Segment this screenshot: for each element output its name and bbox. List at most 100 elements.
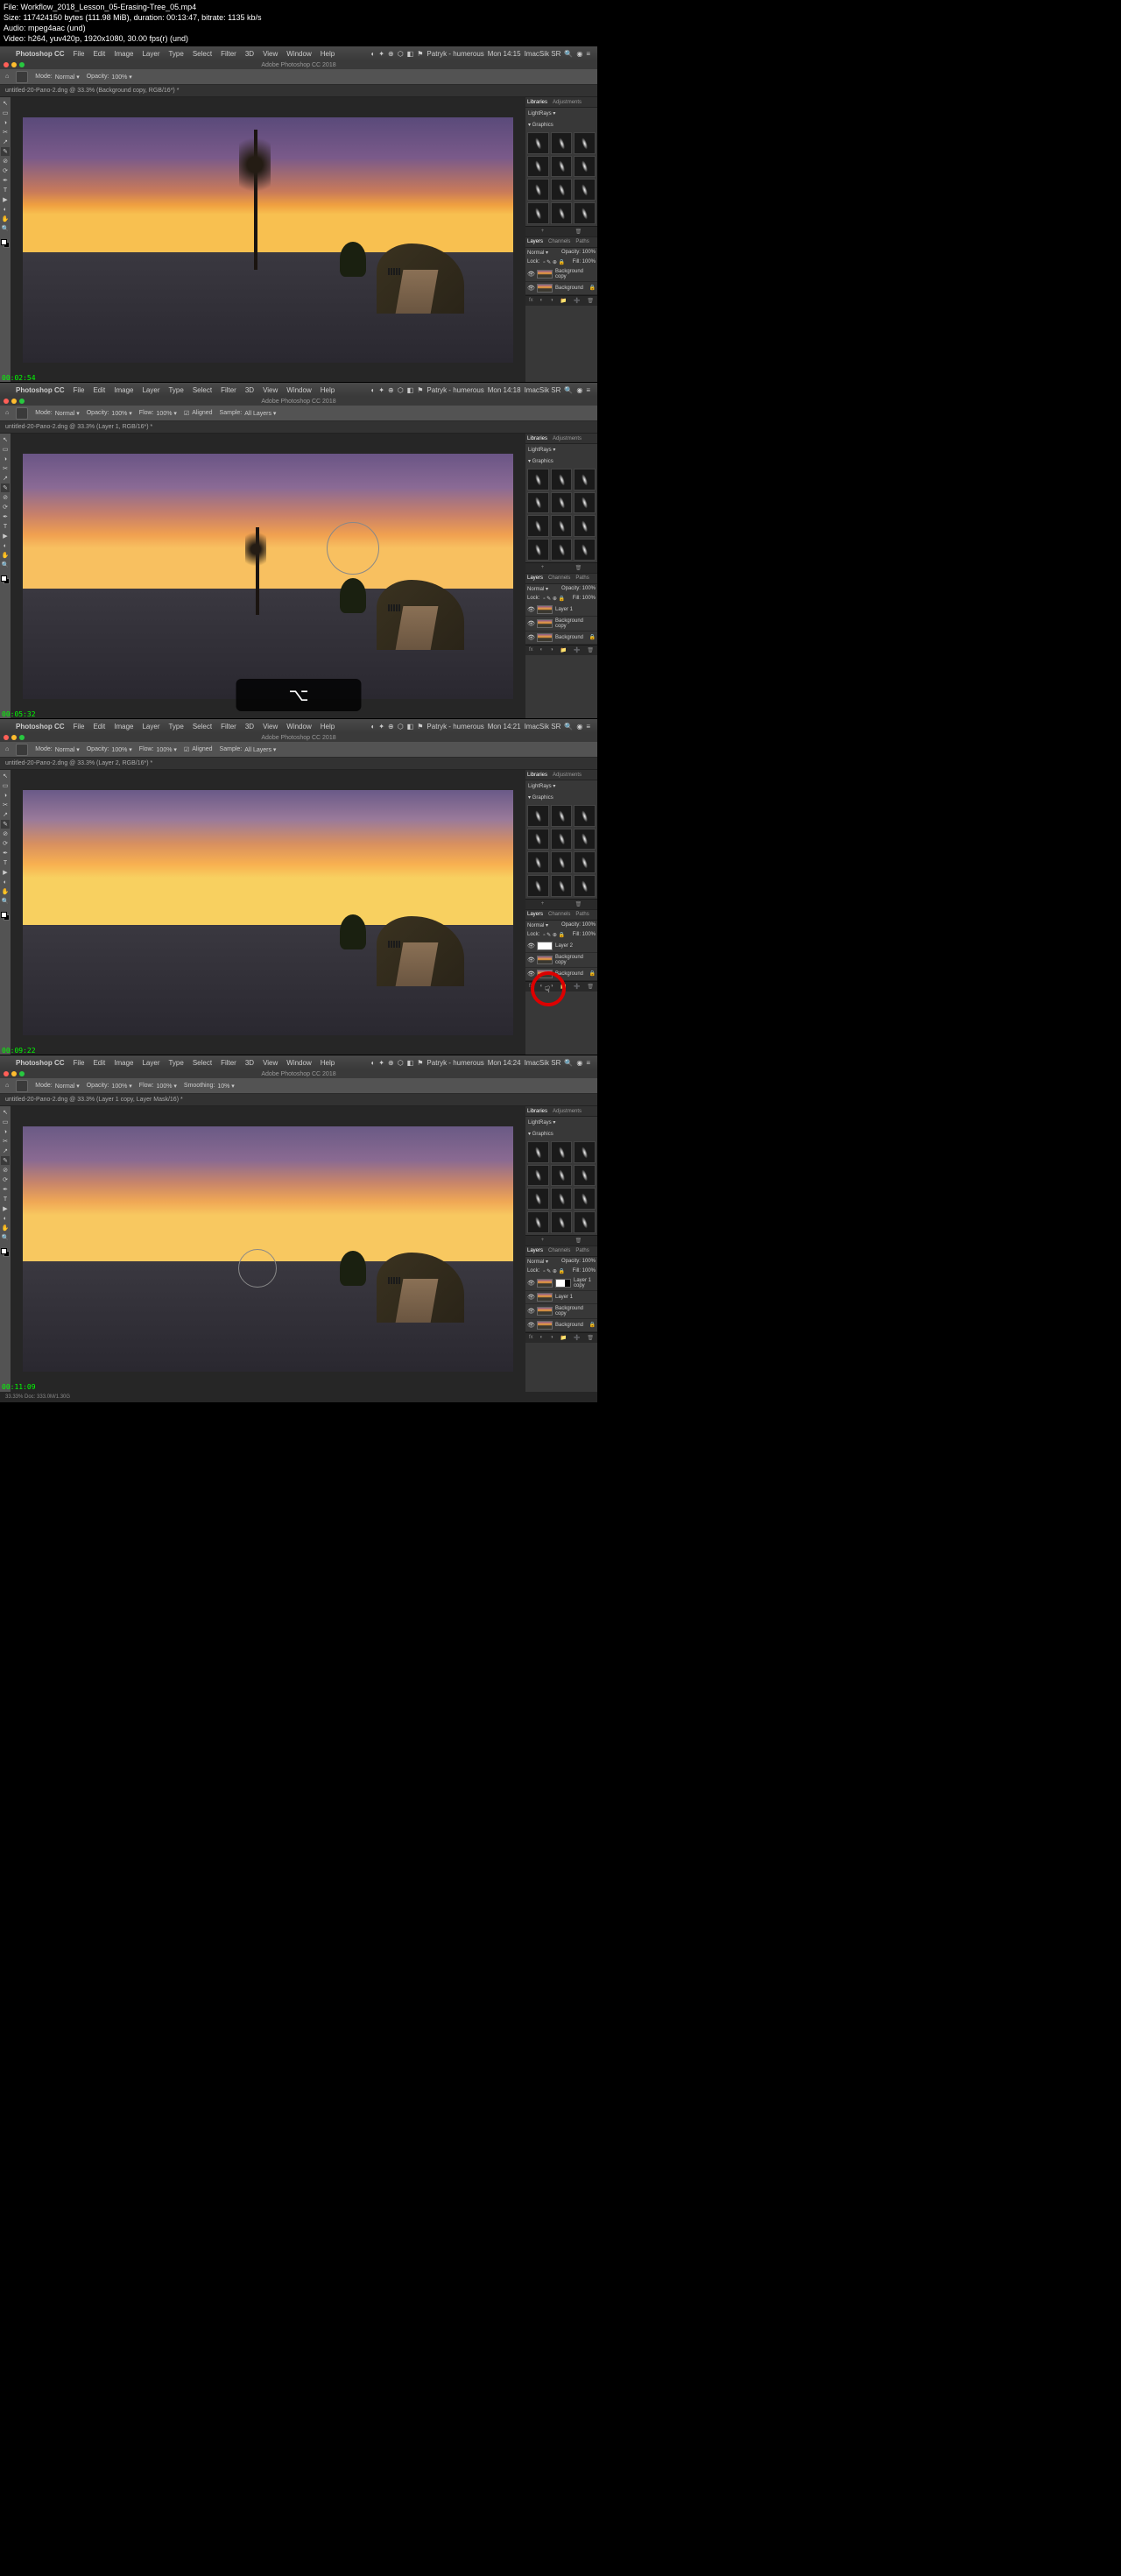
status-icon[interactable]: ◐ <box>370 50 375 58</box>
status-icon[interactable]: ◧ <box>407 50 414 58</box>
visibility-icon[interactable]: 👁 <box>527 1294 534 1301</box>
blend-mode[interactable]: Normal ▾ <box>527 250 548 256</box>
layer-row[interactable]: 👁 Background 🔒 <box>525 632 597 645</box>
library-item[interactable] <box>574 851 596 873</box>
opacity-value[interactable]: 100% ▾ <box>111 746 131 753</box>
library-item[interactable] <box>551 1188 573 1210</box>
layer-thumbnail[interactable] <box>537 1293 553 1302</box>
layer-name[interactable]: Background copy <box>555 269 596 279</box>
library-item[interactable] <box>551 1165 573 1187</box>
mask-icon[interactable]: ◐ <box>540 298 544 303</box>
tool-12[interactable]: ✋ <box>1 215 10 223</box>
library-item[interactable] <box>574 539 596 561</box>
tool-11[interactable]: ◐ <box>1 878 10 886</box>
tool-preset-icon[interactable] <box>16 744 28 756</box>
tool-6[interactable]: ⊘ <box>1 157 10 166</box>
menu-edit[interactable]: Edit <box>93 50 105 58</box>
library-item[interactable] <box>574 805 596 827</box>
layer-name[interactable]: Background <box>555 635 587 640</box>
canvas[interactable] <box>23 1126 513 1372</box>
menu-select[interactable]: Select <box>193 723 212 730</box>
panel-icon[interactable]: 🗑 <box>575 565 582 571</box>
siri-icon[interactable]: ◉ <box>576 50 582 58</box>
tool-9[interactable]: T <box>1 186 10 194</box>
tool-0[interactable]: ↖ <box>1 1108 10 1117</box>
tool-preset-icon[interactable] <box>16 407 28 420</box>
document-tab[interactable]: untitled-20-Pano-2.dng @ 33.3% (Layer 1 … <box>0 1094 597 1106</box>
layer-name[interactable]: Layer 1 <box>555 1295 596 1300</box>
sample-dropdown[interactable]: All Layers ▾ <box>244 746 276 753</box>
opacity-value[interactable]: 100% ▾ <box>111 410 131 417</box>
status-icon[interactable]: ⚑ <box>417 386 423 394</box>
library-item[interactable] <box>551 539 573 561</box>
new-layer-icon[interactable]: ➕ <box>574 984 580 990</box>
tool-13[interactable]: 🔍 <box>1 224 10 233</box>
status-icon[interactable]: ⊕ <box>388 1059 394 1067</box>
mask-icon[interactable]: ◐ <box>540 647 544 653</box>
layer-row[interactable]: 👁 Layer 1 <box>525 603 597 617</box>
library-item[interactable] <box>574 875 596 897</box>
channels-tab[interactable]: Channels <box>548 912 570 917</box>
library-item[interactable] <box>527 202 549 224</box>
siri-icon[interactable]: ◉ <box>576 1059 582 1067</box>
graphics-section[interactable]: ▾ Graphics <box>528 795 553 801</box>
tool-4[interactable]: ↗ <box>1 474 10 483</box>
panel-icon[interactable]: 🗑 <box>575 1238 582 1244</box>
opacity-value[interactable]: 100% ▾ <box>111 1083 131 1090</box>
menu-select[interactable]: Select <box>193 50 212 58</box>
mode-dropdown[interactable]: Normal ▾ <box>55 74 80 81</box>
canvas-area[interactable] <box>11 770 525 1055</box>
search-icon[interactable]: 🔍 <box>564 50 573 58</box>
library-item[interactable] <box>551 132 573 154</box>
layer-name[interactable]: Background copy <box>555 1306 596 1316</box>
tool-4[interactable]: ↗ <box>1 810 10 819</box>
close-icon[interactable] <box>4 399 9 404</box>
new-layer-icon[interactable]: ➕ <box>574 1335 580 1341</box>
layer-row[interactable]: 👁 Background copy <box>525 953 597 968</box>
canvas-area[interactable] <box>11 1106 525 1392</box>
visibility-icon[interactable]: 👁 <box>527 956 534 963</box>
menu-filter[interactable]: Filter <box>221 723 236 730</box>
lib-search[interactable]: LightRays ▾ <box>528 1120 555 1126</box>
library-item[interactable] <box>551 851 573 873</box>
visibility-icon[interactable]: 👁 <box>527 1322 534 1329</box>
document-tab[interactable]: untitled-20-Pano-2.dng @ 33.3% (Layer 1,… <box>0 421 597 434</box>
flow-value[interactable]: 100% ▾ <box>157 746 177 753</box>
layer-thumbnail[interactable] <box>537 605 553 614</box>
layer-thumbnail[interactable] <box>537 619 553 628</box>
library-item[interactable] <box>574 1165 596 1187</box>
flow-value[interactable]: 100% ▾ <box>157 1083 177 1090</box>
tool-7[interactable]: ⟳ <box>1 1175 10 1184</box>
tool-11[interactable]: ◐ <box>1 541 10 550</box>
tool-4[interactable]: ↗ <box>1 1147 10 1155</box>
library-item[interactable] <box>527 492 549 514</box>
group-icon[interactable]: 📁 <box>560 1335 567 1341</box>
siri-icon[interactable]: ◉ <box>576 723 582 730</box>
color-swatches[interactable] <box>1 239 10 248</box>
layer-row[interactable]: 👁 Background copy <box>525 617 597 632</box>
tool-10[interactable]: ▶ <box>1 532 10 540</box>
status-icon[interactable]: ◧ <box>407 723 414 730</box>
minimize-icon[interactable] <box>11 735 17 740</box>
paths-tab[interactable]: Paths <box>575 575 589 581</box>
notif-icon[interactable]: ≡ <box>586 50 590 58</box>
canvas[interactable] <box>23 790 513 1035</box>
library-item[interactable] <box>527 1165 549 1187</box>
tool-3[interactable]: ✂ <box>1 464 10 473</box>
tool-9[interactable]: T <box>1 858 10 867</box>
menu-3d[interactable]: 3D <box>245 723 254 730</box>
libraries-tab[interactable]: Libraries <box>527 100 547 105</box>
library-item[interactable] <box>574 1141 596 1163</box>
tool-7[interactable]: ⟳ <box>1 503 10 512</box>
sample-dropdown[interactable]: All Layers ▾ <box>244 410 276 417</box>
layer-thumbnail[interactable] <box>537 633 553 642</box>
maximize-icon[interactable] <box>19 735 25 740</box>
menu-type[interactable]: Type <box>168 50 183 58</box>
libraries-tab[interactable]: Libraries <box>527 1109 547 1114</box>
tool-5[interactable]: ✎ <box>1 820 10 829</box>
visibility-icon[interactable]: 👁 <box>527 285 534 292</box>
tool-5[interactable]: ✎ <box>1 1156 10 1165</box>
tool-preset-icon[interactable] <box>16 1080 28 1092</box>
menu-help[interactable]: Help <box>321 1059 335 1067</box>
minimize-icon[interactable] <box>11 399 17 404</box>
